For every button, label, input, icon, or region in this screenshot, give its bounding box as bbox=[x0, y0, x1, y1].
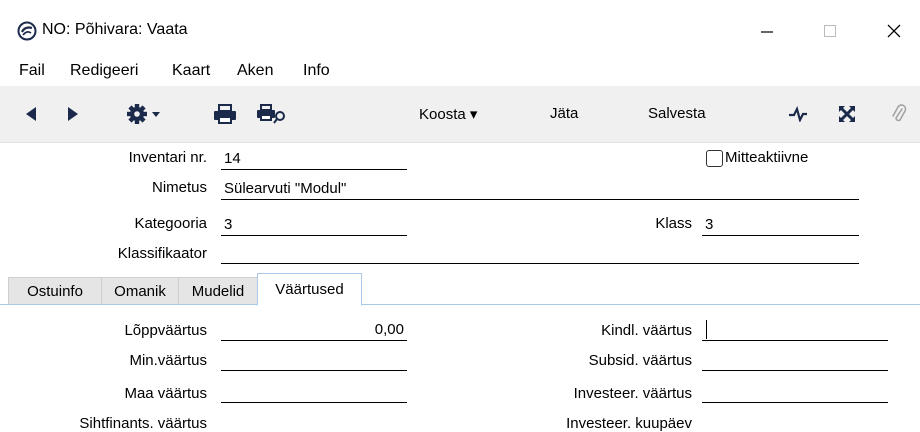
klassifikaator-label: Klassifikaator bbox=[117, 245, 207, 262]
loppvaartus-value: 0,00 bbox=[374, 321, 404, 338]
tab-ostuinfo[interactable]: Ostuinfo bbox=[8, 277, 102, 305]
min-vaartus-field[interactable] bbox=[221, 348, 407, 371]
prev-record-button[interactable] bbox=[22, 104, 40, 124]
attachment-icon bbox=[892, 104, 907, 122]
menu-redigeeri[interactable]: Redigeeri bbox=[70, 62, 138, 80]
attachment-button[interactable] bbox=[888, 102, 910, 126]
nimetus-value: Sülearvuti "Modul" bbox=[224, 180, 347, 197]
gear-menu-icon bbox=[127, 104, 160, 124]
tab-omanik[interactable]: Omanik bbox=[101, 277, 179, 305]
mitteaktiivne-label: Mitteaktiivne bbox=[725, 149, 809, 166]
expand-button[interactable] bbox=[836, 103, 858, 125]
mitteaktiivne-checkbox[interactable] bbox=[706, 150, 723, 167]
activity-button[interactable] bbox=[787, 104, 809, 124]
print-preview-button[interactable] bbox=[256, 102, 288, 126]
jata-button[interactable]: Jäta bbox=[550, 105, 578, 122]
kategooria-label: Kategooria bbox=[134, 215, 207, 232]
klass-field[interactable]: 3 bbox=[702, 213, 859, 236]
nimetus-field[interactable]: Sülearvuti "Modul" bbox=[221, 177, 859, 200]
close-icon bbox=[887, 24, 901, 38]
prev-record-icon bbox=[26, 107, 36, 121]
subsid-vaartus-field[interactable] bbox=[702, 348, 888, 371]
investeer-vaartus-label: Investeer. väärtus bbox=[573, 385, 692, 402]
kindl-vaartus-label: Kindl. väärtus bbox=[601, 322, 692, 339]
print-button[interactable] bbox=[212, 102, 238, 126]
menu-kaart[interactable]: Kaart bbox=[172, 62, 210, 80]
klassifikaator-field[interactable] bbox=[221, 241, 859, 264]
maa-vaartus-field[interactable] bbox=[221, 380, 407, 403]
tab-divider bbox=[0, 304, 920, 305]
maa-vaartus-label: Maa väärtus bbox=[124, 385, 207, 402]
toolbar: Koosta ▾ Jäta Salvesta bbox=[0, 86, 920, 143]
loppvaartus-label: Lõppväärtus bbox=[124, 322, 207, 339]
expand-icon bbox=[838, 105, 856, 123]
app-logo-icon bbox=[17, 21, 37, 41]
koosta-button[interactable]: Koosta ▾ bbox=[419, 105, 477, 123]
menu-aken[interactable]: Aken bbox=[237, 62, 273, 80]
loppvaartus-field[interactable]: 0,00 bbox=[221, 318, 407, 341]
print-preview-icon bbox=[257, 104, 285, 124]
title-bar: NO: Põhivara: Vaata bbox=[0, 0, 920, 58]
tab-mudelid[interactable]: Mudelid bbox=[178, 277, 258, 305]
maximize-icon bbox=[824, 25, 836, 37]
min-vaartus-label: Min.väärtus bbox=[129, 352, 207, 369]
close-button[interactable] bbox=[872, 14, 916, 48]
inventari-nr-value: 14 bbox=[224, 150, 241, 167]
investeer-vaartus-field[interactable] bbox=[702, 380, 888, 403]
text-cursor bbox=[706, 320, 707, 339]
inventari-nr-field[interactable]: 14 bbox=[221, 147, 407, 170]
next-record-button[interactable] bbox=[64, 104, 82, 124]
kindl-vaartus-field[interactable] bbox=[702, 318, 888, 341]
next-record-icon bbox=[68, 107, 78, 121]
activity-icon bbox=[789, 106, 807, 122]
print-icon bbox=[214, 104, 236, 124]
klass-value: 3 bbox=[705, 216, 714, 233]
menu-bar: Fail Redigeeri Kaart Aken Info bbox=[0, 58, 920, 86]
minimize-button[interactable] bbox=[745, 14, 789, 48]
maximize-button[interactable] bbox=[808, 14, 852, 48]
window-title: NO: Põhivara: Vaata bbox=[42, 21, 188, 38]
subsid-vaartus-label: Subsid. väärtus bbox=[588, 352, 692, 369]
gear-menu-button[interactable] bbox=[126, 102, 172, 126]
minimize-icon bbox=[761, 31, 773, 33]
inventari-nr-label: Inventari nr. bbox=[128, 149, 207, 166]
menu-info[interactable]: Info bbox=[303, 62, 330, 80]
sihtfinants-vaartus-label: Sihtfinants. väärtus bbox=[79, 415, 207, 432]
menu-fail[interactable]: Fail bbox=[19, 62, 45, 80]
tab-bar: Ostuinfo Omanik Mudelid Väärtused bbox=[0, 273, 920, 306]
kategooria-value: 3 bbox=[224, 216, 233, 233]
investeer-kuupaev-label: Investeer. kuupäev bbox=[566, 415, 692, 432]
kategooria-field[interactable]: 3 bbox=[221, 213, 407, 236]
tab-vaartused[interactable]: Väärtused bbox=[257, 273, 362, 306]
salvesta-button[interactable]: Salvesta bbox=[648, 105, 706, 122]
klass-label: Klass bbox=[655, 215, 692, 232]
nimetus-label: Nimetus bbox=[151, 179, 207, 196]
